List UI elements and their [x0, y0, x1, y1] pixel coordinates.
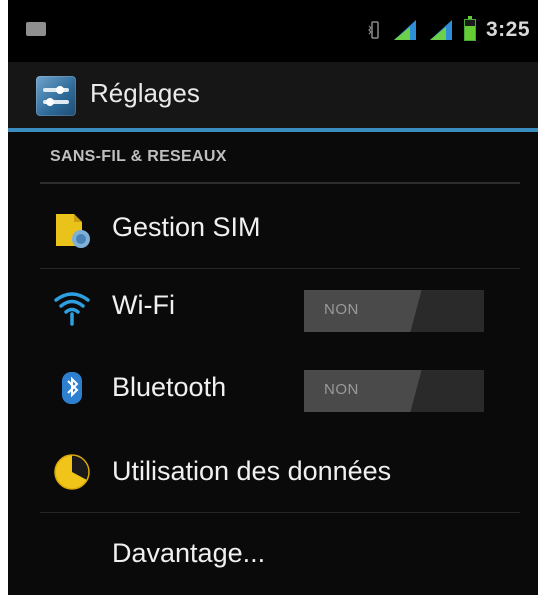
row-divider [40, 268, 520, 269]
settings-icon[interactable] [36, 76, 76, 116]
settings-item-label: Davantage... [112, 538, 266, 568]
signal-icon [393, 20, 416, 40]
action-bar-divider [8, 128, 538, 132]
notification-icon [26, 22, 46, 36]
toggle-label: NON [324, 301, 359, 318]
status-icons: 3:25 [368, 16, 530, 44]
settings-item-label: Utilisation des données [112, 456, 392, 486]
settings-item-more[interactable]: Davantage... [8, 514, 538, 595]
sim-card-icon [56, 214, 90, 248]
settings-item-label: Wi-Fi [112, 290, 175, 320]
data-usage-icon [54, 454, 90, 490]
bluetooth-icon [62, 372, 82, 404]
bluetooth-toggle[interactable]: NON [304, 370, 484, 412]
section-header: SANS-FIL & RESEAUX [50, 148, 227, 165]
settings-item-bluetooth[interactable]: Bluetooth NON [8, 350, 538, 434]
settings-item-label: Gestion SIM [112, 212, 261, 242]
signal-icon [429, 20, 452, 40]
page-title: Réglages [90, 78, 200, 108]
settings-screen: 3:25 Réglages SANS-FIL & RESEAUX Gestion… [8, 0, 538, 595]
battery-icon [463, 16, 476, 41]
wifi-icon [54, 292, 90, 326]
row-divider [40, 512, 520, 513]
action-bar: Réglages [8, 62, 538, 128]
status-time: 3:25 [485, 18, 530, 41]
vibrate-icon [368, 21, 379, 39]
settings-item-sim[interactable]: Gestion SIM [8, 188, 538, 272]
wifi-toggle[interactable]: NON [304, 290, 484, 332]
section-divider [40, 182, 520, 184]
status-bar: 3:25 [8, 0, 538, 62]
settings-item-wifi[interactable]: Wi-Fi NON [8, 270, 538, 354]
settings-item-data-usage[interactable]: Utilisation des données [8, 430, 538, 514]
toggle-label: NON [324, 381, 359, 398]
settings-item-label: Bluetooth [112, 372, 227, 402]
